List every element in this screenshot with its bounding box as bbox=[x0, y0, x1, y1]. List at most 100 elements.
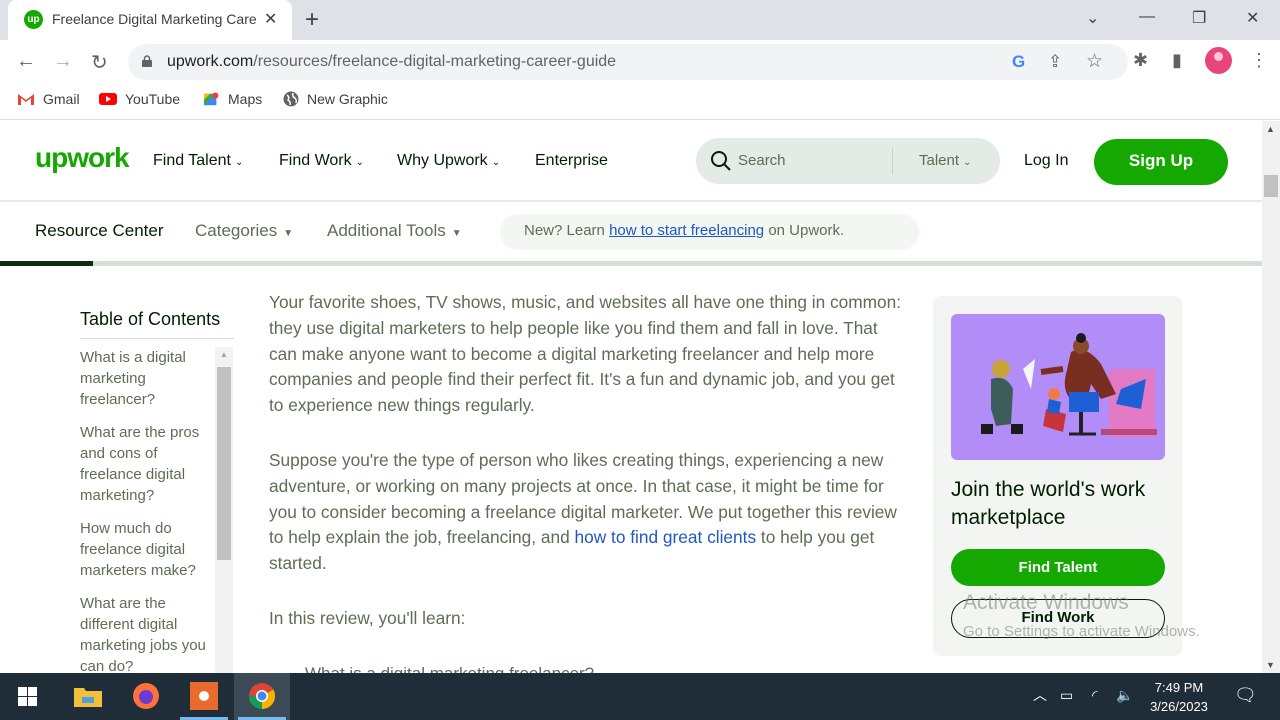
extensions-icon[interactable]: ✱ bbox=[1133, 50, 1148, 71]
browser-toolbar: ← → ↻ upwork.com/resources/freelance-dig… bbox=[0, 40, 1280, 84]
window-close-button[interactable]: ✕ bbox=[1246, 8, 1259, 28]
bookmark-star-icon[interactable]: ☆ bbox=[1086, 50, 1103, 73]
resource-center-link[interactable]: Resource Center bbox=[35, 221, 164, 241]
resource-subnav: Resource Center Categories ▼ Additional T… bbox=[0, 204, 1262, 260]
toc-item[interactable]: What are the different digital marketing… bbox=[80, 593, 213, 673]
tab-close-icon[interactable]: ✕ bbox=[264, 9, 277, 29]
lock-icon bbox=[142, 55, 152, 67]
windows-taskbar: ︿ ▭ ◜ 🔈 7:49 PM 3/26/2023 🗨 bbox=[0, 673, 1280, 720]
scroll-up-icon: ▲ bbox=[1266, 124, 1275, 134]
toc-scrollbar[interactable]: ▲ bbox=[215, 347, 233, 673]
share-icon[interactable]: ⇪ bbox=[1048, 52, 1062, 72]
back-button[interactable]: ← bbox=[16, 50, 36, 73]
taskbar-file-explorer[interactable] bbox=[60, 673, 116, 720]
reading-progress-bar bbox=[0, 261, 1262, 266]
toc-scroll-thumb[interactable] bbox=[217, 367, 231, 560]
new-tab-button[interactable]: + bbox=[305, 6, 319, 34]
minimize-button[interactable]: — bbox=[1139, 8, 1155, 26]
reload-button[interactable]: ↻ bbox=[91, 50, 108, 75]
system-clock[interactable]: 7:49 PM 3/26/2023 bbox=[1140, 678, 1218, 716]
url-text[interactable]: upwork.com/resources/freelance-digital-m… bbox=[167, 53, 616, 71]
article-list-item[interactable]: What is a digital marketing freelancer? bbox=[305, 664, 594, 673]
restore-button[interactable]: ❐ bbox=[1192, 8, 1206, 28]
nav-why-upwork[interactable]: Why Upwork ⌄ bbox=[397, 152, 500, 170]
article-paragraph: Your favorite shoes, TV shows, music, an… bbox=[269, 292, 902, 416]
site-header: upwork Find Talent ⌄ Find Work ⌄ Why Upwor… bbox=[0, 121, 1262, 202]
new-user-promo: New? Learn how to start freelancing on U… bbox=[500, 214, 919, 250]
youtube-icon bbox=[99, 93, 117, 105]
bookmark-maps[interactable]: Maps bbox=[202, 91, 262, 107]
toc-item[interactable]: How much do freelance digital marketers … bbox=[80, 518, 213, 581]
volume-icon[interactable]: 🔈 bbox=[1116, 687, 1133, 704]
chevron-down-icon: ⌄ bbox=[355, 157, 364, 168]
login-link[interactable]: Log In bbox=[1024, 152, 1068, 170]
activate-windows-watermark: Activate Windows bbox=[963, 591, 1129, 614]
forward-button[interactable]: → bbox=[53, 50, 73, 73]
profile-avatar[interactable] bbox=[1205, 47, 1232, 74]
scroll-down-icon: ▼ bbox=[1266, 660, 1275, 670]
address-bar[interactable]: upwork.com/resources/freelance-digital-m… bbox=[128, 44, 1128, 80]
chevron-down-icon: ⌄ bbox=[234, 157, 244, 168]
how-to-start-freelancing-link[interactable]: how to start freelancing bbox=[609, 222, 764, 239]
wifi-icon[interactable]: ◜ bbox=[1092, 687, 1097, 704]
search-scope-dropdown[interactable]: Talent ⌄ bbox=[919, 152, 971, 169]
windows-logo-icon bbox=[18, 687, 37, 706]
bookmark-gmail[interactable]: Gmail bbox=[17, 91, 80, 107]
nav-find-work[interactable]: Find Work ⌄ bbox=[279, 152, 364, 170]
toc-item[interactable]: What are the pros and cons of freelance … bbox=[80, 422, 213, 506]
search-icon bbox=[711, 151, 731, 171]
illustration-image bbox=[951, 314, 1165, 460]
find-talent-button[interactable]: Find Talent bbox=[951, 549, 1165, 586]
maps-icon bbox=[204, 92, 219, 106]
bookmark-new-graphic[interactable]: New Graphic bbox=[283, 91, 388, 107]
upwork-favicon-icon: up bbox=[24, 10, 43, 29]
folder-icon bbox=[74, 688, 102, 707]
chrome-menu-icon[interactable]: ⋮ bbox=[1250, 50, 1268, 71]
chevron-down-icon: ⌄ bbox=[491, 157, 501, 168]
side-panel-icon[interactable]: ▮ bbox=[1172, 50, 1182, 71]
show-hidden-icons[interactable]: ︿ bbox=[1033, 685, 1047, 705]
search-divider bbox=[892, 148, 893, 174]
categories-dropdown[interactable]: Categories ▼ bbox=[195, 221, 293, 241]
tab-title: Freelance Digital Marketing Care bbox=[52, 11, 257, 27]
taskbar-screen-recorder[interactable] bbox=[176, 673, 232, 720]
upwork-logo[interactable]: upwork bbox=[35, 142, 130, 174]
chrome-icon bbox=[248, 683, 276, 710]
site-search[interactable]: Search Talent ⌄ bbox=[696, 138, 1000, 184]
caret-down-icon: ▼ bbox=[451, 228, 462, 239]
battery-icon[interactable]: ▭ bbox=[1060, 687, 1073, 704]
search-input[interactable]: Search bbox=[738, 152, 786, 169]
browser-tab[interactable]: up Freelance Digital Marketing Care ✕ bbox=[8, 0, 292, 40]
nav-find-talent[interactable]: Find Talent ⌄ bbox=[153, 152, 243, 170]
nav-enterprise[interactable]: Enterprise bbox=[535, 152, 608, 170]
chevron-down-icon: ⌄ bbox=[963, 157, 972, 168]
how-to-find-clients-link[interactable]: how to find great clients bbox=[575, 527, 757, 547]
page-scroll-thumb[interactable] bbox=[1264, 175, 1278, 197]
page-scrollbar[interactable]: ▲ ▼ bbox=[1262, 121, 1280, 673]
reading-progress-fill bbox=[0, 261, 94, 266]
taskbar-firefox[interactable] bbox=[118, 673, 174, 720]
article-body: Your favorite shoes, TV shows, music, an… bbox=[269, 290, 904, 661]
signup-button[interactable]: Sign Up bbox=[1094, 139, 1228, 185]
bookmarks-bar: Gmail YouTube Maps New Graphic bbox=[0, 84, 1280, 120]
globe-icon bbox=[283, 91, 299, 107]
google-lens-icon[interactable]: G bbox=[1012, 52, 1025, 72]
caret-down-icon: ▼ bbox=[283, 228, 294, 239]
table-of-contents: What is a digital marketing freelancer? … bbox=[80, 347, 234, 673]
taskbar-chrome[interactable] bbox=[234, 673, 290, 720]
article-paragraph: In this review, you'll learn: bbox=[269, 607, 466, 628]
screen-recorder-icon bbox=[190, 682, 218, 710]
cta-card-title: Join the world's work marketplace bbox=[951, 478, 1146, 529]
start-button[interactable] bbox=[0, 673, 56, 720]
activate-windows-hint: Go to Settings to activate Windows. bbox=[963, 623, 1200, 640]
scroll-up-icon: ▲ bbox=[220, 350, 228, 359]
toc-item[interactable]: What is a digital marketing freelancer? bbox=[80, 347, 213, 410]
notifications-icon[interactable]: 🗨 bbox=[1234, 685, 1257, 706]
additional-tools-dropdown[interactable]: Additional Tools ▼ bbox=[327, 221, 462, 241]
gmail-icon bbox=[18, 94, 34, 105]
firefox-icon bbox=[133, 683, 159, 709]
toc-title: Table of Contents bbox=[80, 309, 234, 339]
browser-tab-strip: up Freelance Digital Marketing Care ✕ + … bbox=[0, 0, 1280, 40]
tab-search-icon[interactable]: ⌄ bbox=[1086, 8, 1099, 28]
bookmark-youtube[interactable]: YouTube bbox=[99, 91, 180, 107]
